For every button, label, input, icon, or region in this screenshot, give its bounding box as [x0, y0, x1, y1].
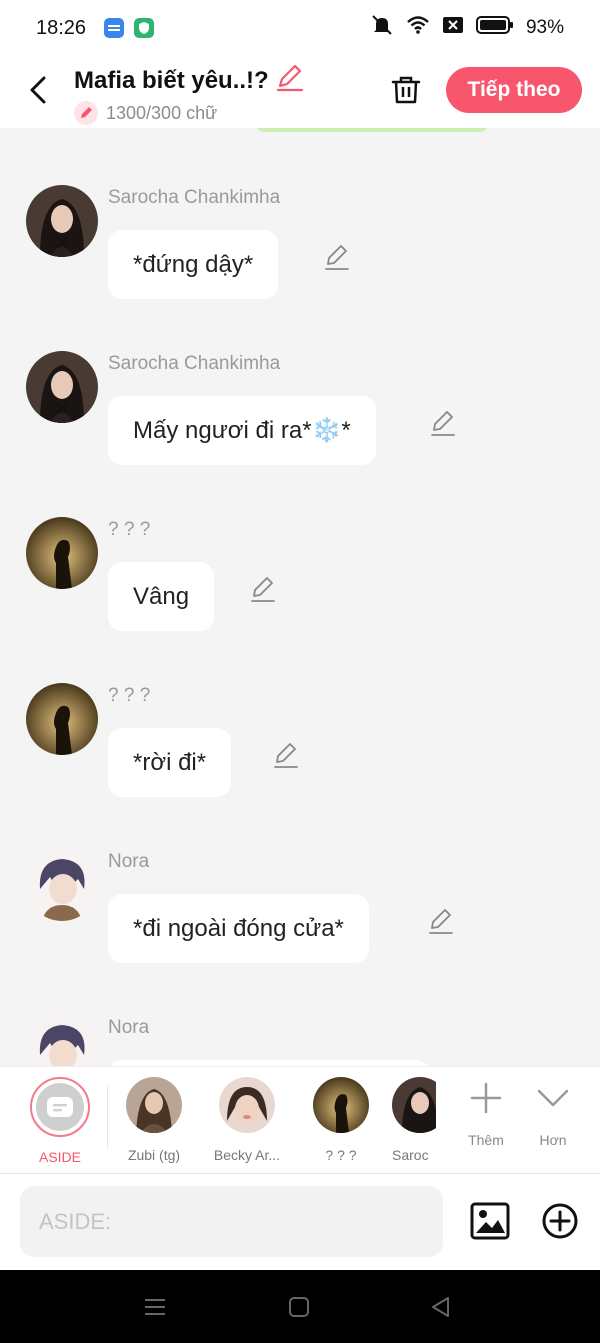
- menu-icon[interactable]: [142, 1294, 168, 1320]
- sender-name: ? ? ?: [108, 519, 151, 540]
- chevron-down-icon: [537, 1089, 569, 1107]
- avatar: [126, 1077, 182, 1133]
- plus-circle-icon: [542, 1203, 578, 1239]
- character-item[interactable]: ? ? ?: [306, 1077, 376, 1163]
- avatar[interactable]: [26, 1015, 98, 1066]
- character-label: Zubi (tg): [127, 1147, 181, 1163]
- add-content-button[interactable]: [541, 1202, 579, 1240]
- character-aside[interactable]: ASIDE: [28, 1077, 92, 1165]
- character-count: 1300/300 chữ: [106, 102, 218, 123]
- edit-message-icon[interactable]: [428, 409, 458, 439]
- chat-message: Nora: [0, 1015, 600, 1066]
- character-item[interactable]: Becky Ar...: [204, 1077, 290, 1163]
- aside-avatar: [30, 1077, 90, 1137]
- avatar[interactable]: [26, 683, 98, 755]
- back-nav-icon[interactable]: [428, 1294, 454, 1320]
- story-title[interactable]: Mafia biết yêu..!?: [74, 67, 269, 95]
- add-label: Thêm: [468, 1132, 504, 1148]
- editor-header: Mafia biết yêu..!? 1300/300 chữ Tiếp the…: [0, 56, 600, 128]
- message-bubble[interactable]: *đứng dậy*: [108, 230, 279, 299]
- avatar[interactable]: [26, 351, 98, 423]
- avatar: [219, 1077, 275, 1133]
- divider: [107, 1085, 108, 1149]
- mute-icon: [370, 14, 394, 42]
- add-character-button[interactable]: Thêm: [456, 1081, 516, 1148]
- title-block: Mafia biết yêu..!? 1300/300 chữ: [74, 64, 305, 125]
- sender-name: ? ? ?: [108, 685, 151, 706]
- image-icon: [470, 1202, 510, 1240]
- character-selector: ASIDE Zubi (tg) Becky Ar... ? ? ? Saroc …: [0, 1066, 600, 1174]
- edit-message-icon[interactable]: [248, 575, 278, 605]
- message-bubble[interactable]: *rời đi*: [108, 728, 232, 797]
- message-bubble[interactable]: Vâng: [108, 562, 215, 631]
- noveltoon-icon: [104, 18, 125, 38]
- chat-message: Sarocha Chankimha *đứng dậy*: [0, 185, 600, 345]
- avatar[interactable]: [26, 185, 98, 257]
- message-bubble[interactable]: *đi ngoài đóng cửa*: [108, 894, 369, 963]
- sender-name: Sarocha Chankimha: [108, 353, 281, 374]
- edit-message-icon[interactable]: [271, 741, 301, 771]
- message-input[interactable]: [20, 1186, 443, 1257]
- wifi-icon: [406, 15, 430, 41]
- avatar[interactable]: [26, 849, 98, 921]
- sender-name: Sarocha Chankimha: [108, 187, 281, 208]
- character-label: Becky Ar...: [213, 1147, 281, 1163]
- avatar[interactable]: [26, 517, 98, 589]
- chat-area[interactable]: Sarocha Chankimha *đứng dậy* Sarocha Cha…: [0, 128, 600, 1066]
- input-bar: [0, 1174, 600, 1270]
- character-item-clipped[interactable]: Saroc: [392, 1067, 436, 1173]
- status-bar: 18:26 93%: [0, 0, 600, 56]
- delete-button[interactable]: [386, 70, 426, 110]
- chat-message: ? ? ? *rời đi*: [0, 683, 600, 843]
- sender-name: Nora: [108, 1017, 150, 1038]
- character-label: ? ? ?: [325, 1147, 357, 1163]
- next-button[interactable]: Tiếp theo: [446, 67, 582, 113]
- edit-message-icon[interactable]: [426, 907, 456, 937]
- character-label: ASIDE: [38, 1149, 81, 1165]
- chat-message: ? ? ? Vâng: [0, 517, 600, 677]
- pencil-icon: [74, 101, 98, 125]
- more-button[interactable]: Hơn: [523, 1081, 583, 1148]
- avatar: [313, 1077, 369, 1133]
- sender-name: Nora: [108, 851, 150, 872]
- plus-icon: [470, 1082, 502, 1114]
- edit-message-icon[interactable]: [322, 243, 352, 273]
- character-item[interactable]: Zubi (tg): [118, 1077, 190, 1163]
- battery-icon: [475, 15, 514, 41]
- no-sim-icon: [442, 15, 464, 41]
- more-label: Hơn: [539, 1132, 567, 1148]
- chat-message: Nora *đi ngoài đóng cửa*: [0, 849, 600, 1009]
- image-button[interactable]: [470, 1202, 510, 1240]
- edit-title-icon[interactable]: [275, 64, 305, 97]
- chat-message: Sarocha Chankimha Mấy ngươi đi ra*❄️*: [0, 351, 600, 511]
- status-time: 18:26: [36, 16, 87, 39]
- shield-icon: [134, 18, 155, 38]
- battery-percent: 93%: [525, 17, 564, 38]
- back-button[interactable]: [22, 72, 54, 108]
- message-bubble[interactable]: Mấy ngươi đi ra*❄️*: [108, 396, 376, 465]
- character-label: Saroc: [392, 1147, 429, 1163]
- avatar: [392, 1077, 436, 1133]
- system-nav-bar: [0, 1270, 600, 1343]
- previous-bubble-edge: [256, 128, 488, 132]
- home-icon[interactable]: [286, 1294, 312, 1320]
